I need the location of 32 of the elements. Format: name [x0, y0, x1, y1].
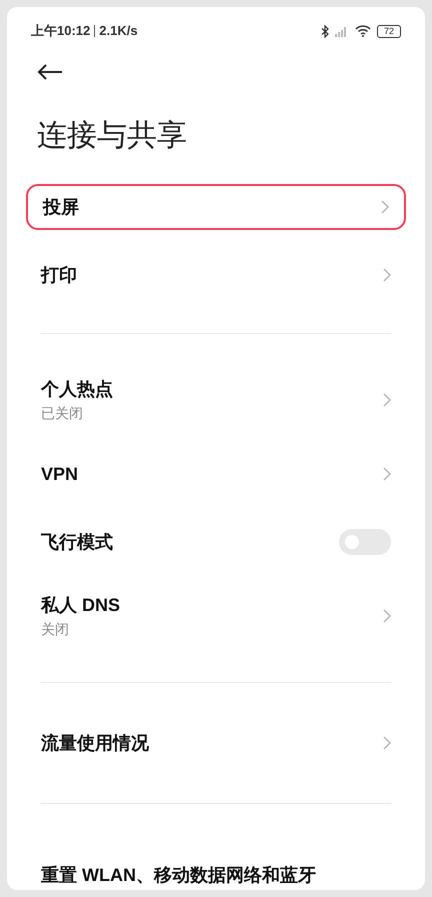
item-label: 飞行模式	[41, 530, 113, 554]
back-arrow-icon[interactable]	[37, 64, 63, 80]
network-speed: 2.1K/s	[99, 22, 138, 40]
item-label: 投屏	[43, 196, 79, 218]
wifi-icon	[355, 25, 371, 37]
item-label: VPN	[41, 462, 78, 486]
settings-item[interactable]: 流量使用情况	[7, 709, 425, 777]
item-label: 个人热点	[41, 378, 113, 400]
item-label: 打印	[41, 264, 77, 286]
settings-item[interactable]: VPN	[7, 440, 425, 508]
item-status: 已关闭	[41, 404, 84, 422]
settings-item[interactable]: 私人 DNS 关闭	[7, 576, 425, 656]
settings-item[interactable]: 投屏	[26, 184, 406, 230]
item-label: 私人 DNS	[41, 594, 120, 616]
chevron-right-icon	[383, 736, 391, 750]
page-title: 连接与共享	[37, 118, 187, 154]
settings-item[interactable]: 重置 WLAN、移动数据网络和蓝牙	[7, 830, 425, 890]
chevron-right-icon	[383, 393, 391, 407]
signal-icon	[335, 26, 349, 36]
chevron-right-icon	[383, 609, 391, 623]
chevron-right-icon	[383, 467, 391, 481]
settings-item[interactable]: 打印	[7, 241, 425, 309]
bluetooth-icon	[321, 24, 329, 38]
status-time: 上午10:12	[31, 22, 90, 40]
battery-indicator: 72	[377, 24, 401, 38]
settings-item[interactable]: 飞行模式	[7, 508, 425, 576]
chevron-right-icon	[383, 268, 391, 282]
item-label: 重置 WLAN、移动数据网络和蓝牙	[41, 864, 316, 886]
chevron-right-icon	[381, 200, 389, 214]
settings-item[interactable]: 个人热点 已关闭	[7, 360, 425, 440]
item-label: 流量使用情况	[41, 732, 149, 754]
item-status: 关闭	[41, 620, 70, 638]
